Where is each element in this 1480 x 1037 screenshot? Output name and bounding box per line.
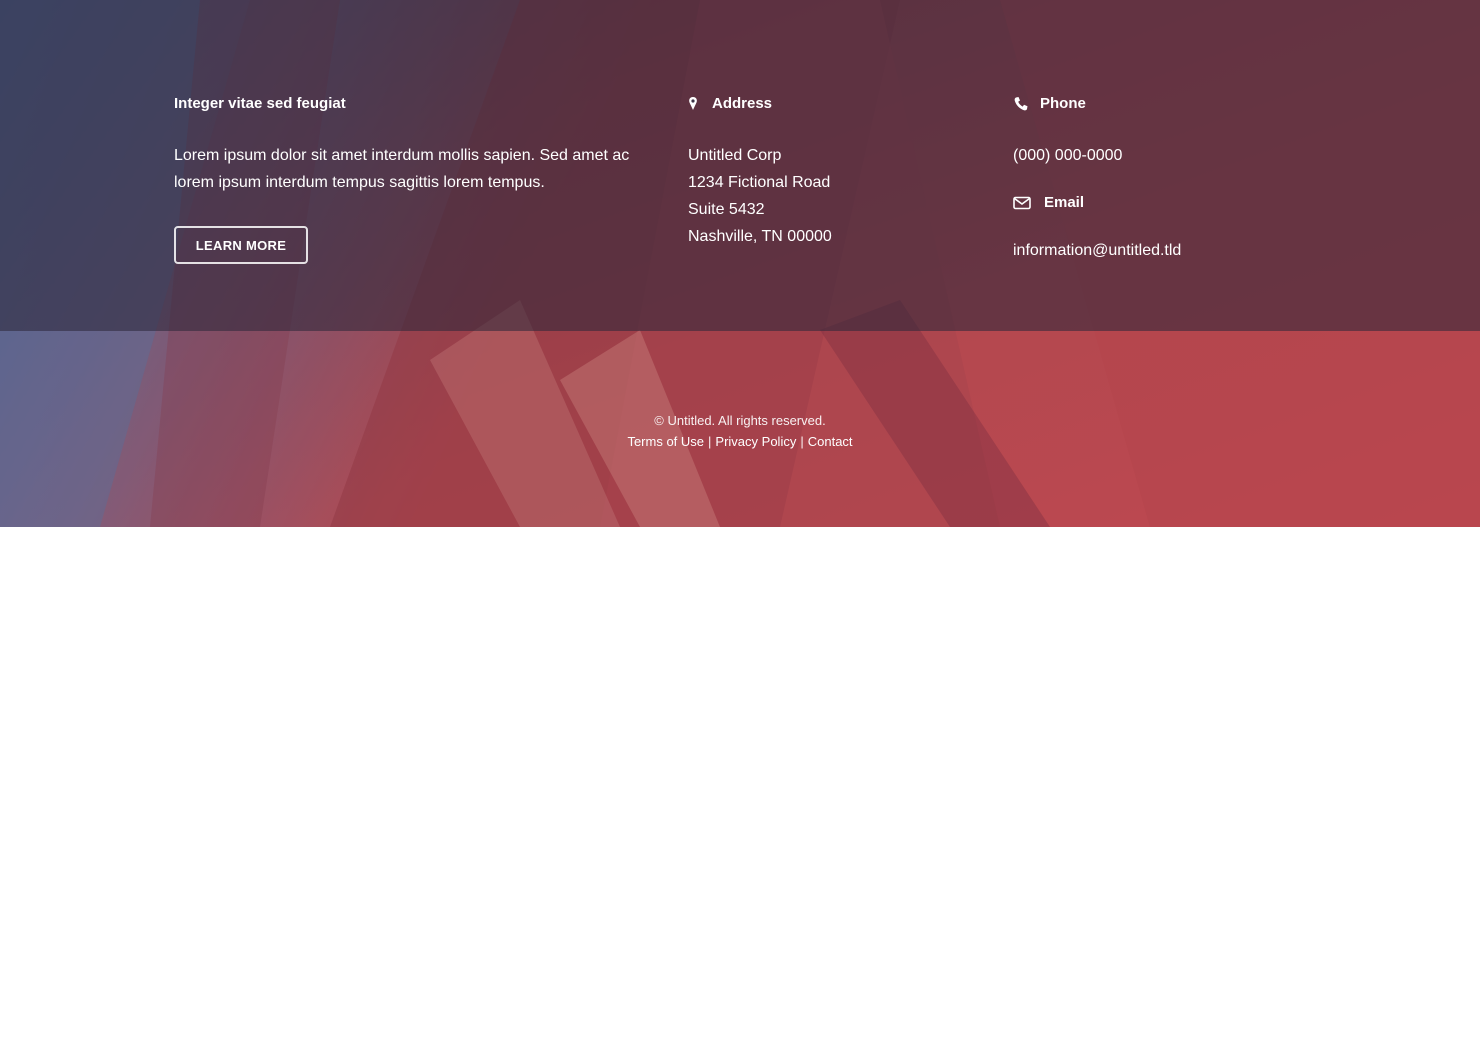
- email-heading: Email: [1013, 193, 1333, 213]
- terms-of-use-link[interactable]: Terms of Use: [627, 434, 704, 449]
- footer-links: Terms of Use | Privacy Policy | Contact: [0, 431, 1480, 452]
- about-text: Lorem ipsum dolor sit amet interdum moll…: [174, 147, 630, 191]
- address-text: Untitled Corp 1234 Fictional Road Suite …: [688, 142, 988, 250]
- address-line: Suite 5432: [688, 201, 765, 218]
- email-address[interactable]: information@untitled.tld: [1013, 237, 1333, 264]
- phone-number[interactable]: (000) 000-0000: [1013, 142, 1333, 169]
- email-heading-label: Email: [1044, 194, 1085, 211]
- address-line: Nashville, TN 00000: [688, 228, 832, 245]
- envelope-icon: [1013, 195, 1033, 211]
- email-block: Email information@untitled.tld: [1013, 193, 1333, 264]
- copyright-text: © Untitled. All rights reserved.: [654, 413, 826, 428]
- footer: Integer vitae sed feugiat Lorem ipsum do…: [0, 0, 1480, 527]
- about-section: Integer vitae sed feugiat Lorem ipsum do…: [174, 94, 644, 264]
- link-separator: |: [708, 434, 712, 449]
- contact-section: Phone (000) 000-0000 Email information@u…: [1013, 94, 1333, 264]
- copyright-section: © Untitled. All rights reserved. Terms o…: [0, 410, 1480, 452]
- contact-link[interactable]: Contact: [808, 434, 853, 449]
- phone-heading: Phone: [1013, 94, 1333, 114]
- map-marker-icon: [688, 96, 704, 112]
- address-section: Address Untitled Corp 1234 Fictional Roa…: [688, 94, 988, 250]
- phone-block: Phone (000) 000-0000: [1013, 94, 1333, 169]
- phone-heading-label: Phone: [1040, 95, 1086, 112]
- about-heading: Integer vitae sed feugiat: [174, 95, 346, 112]
- link-separator: |: [800, 434, 804, 449]
- address-line: Untitled Corp: [688, 147, 782, 164]
- address-heading: Address: [688, 94, 988, 114]
- address-heading-label: Address: [712, 95, 773, 112]
- privacy-policy-link[interactable]: Privacy Policy: [715, 434, 796, 449]
- learn-more-button[interactable]: Learn More: [174, 226, 308, 264]
- address-line: 1234 Fictional Road: [688, 174, 831, 191]
- phone-icon: [1013, 96, 1031, 112]
